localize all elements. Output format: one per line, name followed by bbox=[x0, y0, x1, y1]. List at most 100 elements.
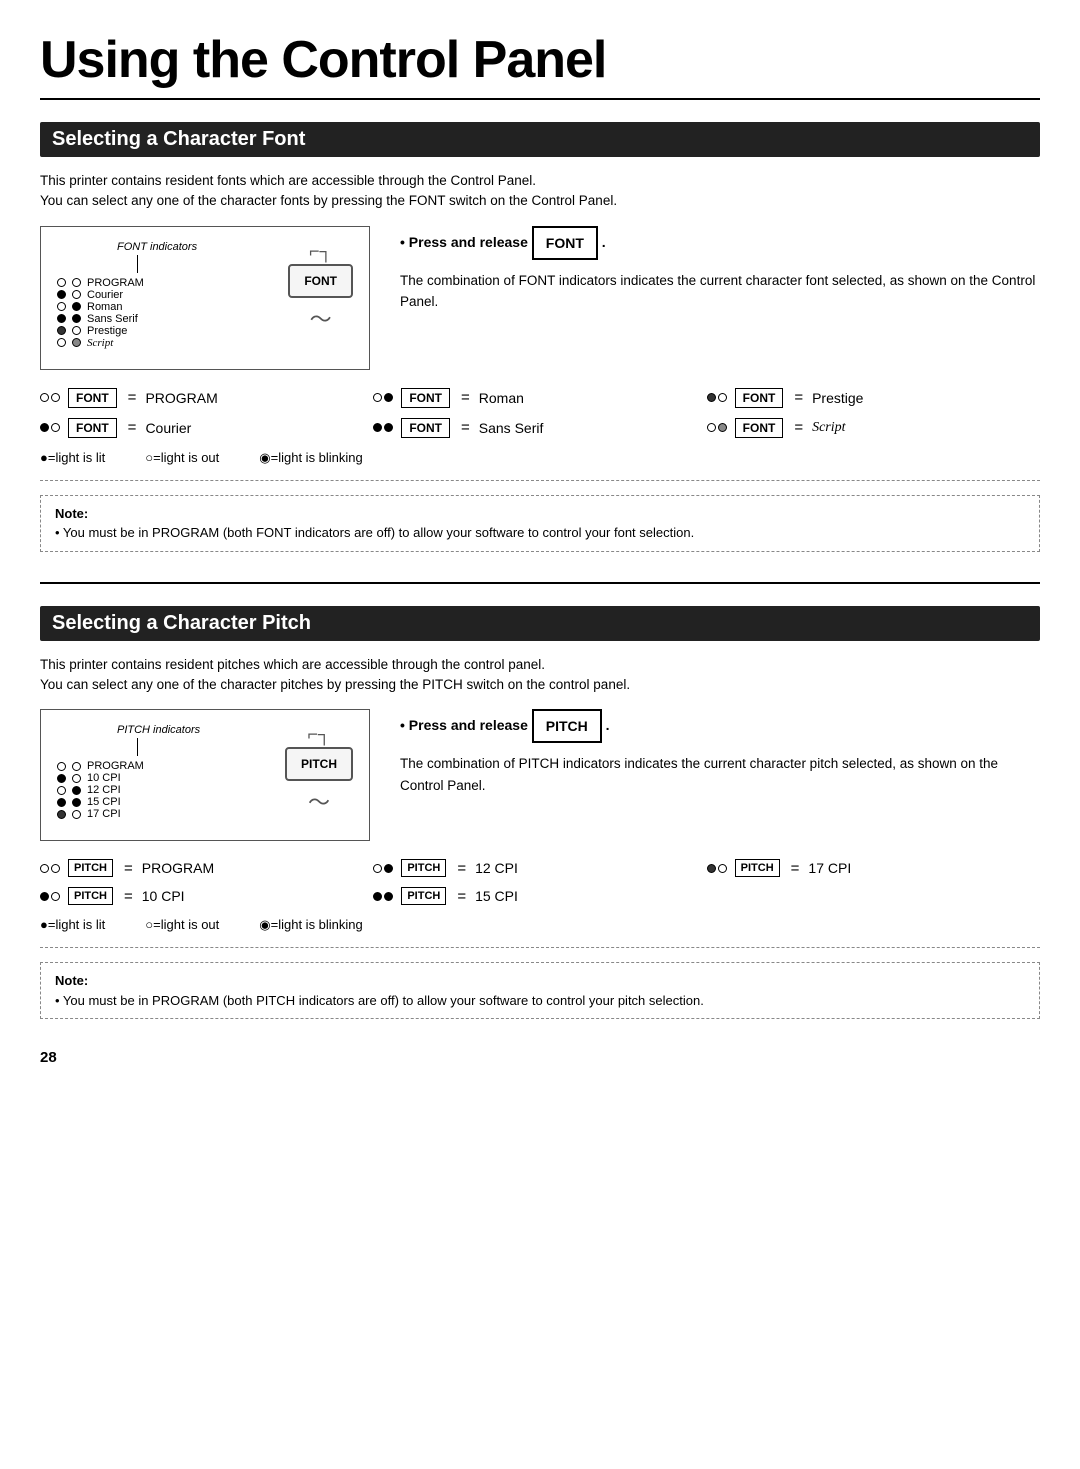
font-combo-description: The combination of FONT indicators indic… bbox=[400, 270, 1040, 313]
pitch-indicator-15cpi: 15 CPI bbox=[57, 796, 257, 808]
dot-empty-icon bbox=[72, 762, 81, 771]
combo-roman: FONT = Roman bbox=[373, 388, 706, 408]
font-device: ⌐┐ FONT 〜 bbox=[288, 241, 353, 334]
font-panel-image: FONT indicators PROGRAM Courier bbox=[57, 241, 353, 349]
pitch-panel-area: PITCH indicators PROGRAM 10 CPI bbox=[40, 709, 1040, 841]
dot-filled-icon bbox=[57, 290, 66, 299]
font-section: Selecting a Character Font This printer … bbox=[40, 122, 1040, 552]
dot-filled-icon bbox=[384, 864, 393, 873]
font-legend: ●=light is lit ○=light is out ◉=light is… bbox=[40, 450, 1040, 466]
combo-script: FONT = Script bbox=[707, 418, 1040, 438]
combo-font-btn: FONT bbox=[68, 418, 117, 438]
dot-empty-icon bbox=[57, 786, 66, 795]
pitch-combo-program: PITCH = PROGRAM bbox=[40, 859, 373, 877]
pitch-panel-image: PITCH indicators PROGRAM 10 CPI bbox=[57, 724, 353, 820]
dot-empty-icon bbox=[57, 302, 66, 311]
font-panel-area: FONT indicators PROGRAM Courier bbox=[40, 226, 1040, 370]
dot-empty-icon bbox=[72, 774, 81, 783]
font-indicators-list: FONT indicators PROGRAM Courier bbox=[57, 241, 260, 349]
dot-empty-icon bbox=[72, 326, 81, 335]
combo-pitch-btn: PITCH bbox=[68, 887, 113, 905]
indicator-program: PROGRAM bbox=[57, 277, 260, 289]
pitch-indicator-17cpi: 17 CPI bbox=[57, 808, 257, 820]
font-press-button[interactable]: FONT bbox=[532, 226, 598, 260]
dot-empty-icon bbox=[51, 423, 60, 432]
font-switch-button[interactable]: FONT bbox=[288, 264, 353, 298]
dot-empty-icon bbox=[51, 892, 60, 901]
dot-empty-icon bbox=[373, 864, 382, 873]
pitch-intro: This printer contains resident pitches w… bbox=[40, 655, 1040, 696]
pitch-legend-out: ○=light is out bbox=[145, 917, 219, 933]
pitch-switch-button[interactable]: PITCH bbox=[285, 747, 353, 781]
pitch-press-button[interactable]: PITCH bbox=[532, 709, 602, 743]
dot-empty-icon bbox=[57, 762, 66, 771]
pitch-section-heading: Selecting a Character Pitch bbox=[40, 606, 1040, 641]
title-divider bbox=[40, 98, 1040, 100]
pitch-section: Selecting a Character Pitch This printer… bbox=[40, 606, 1040, 1020]
pitch-combo-17cpi: PITCH = 17 CPI bbox=[707, 859, 1040, 877]
pitch-note-text: • You must be in PROGRAM (both PITCH ind… bbox=[55, 993, 704, 1008]
pitch-indicator-10cpi: 10 CPI bbox=[57, 772, 257, 784]
dot-filled-icon bbox=[57, 774, 66, 783]
dot-empty-icon bbox=[72, 810, 81, 819]
pitch-note-box: Note: • You must be in PROGRAM (both PIT… bbox=[40, 962, 1040, 1019]
pitch-connector-icon: ⌐┐ bbox=[307, 724, 330, 745]
pitch-press-line: • Press and release PITCH . bbox=[400, 709, 1040, 743]
pitch-note-divider bbox=[40, 947, 1040, 948]
pitch-legend: ●=light is lit ○=light is out ◉=light is… bbox=[40, 917, 1040, 933]
pitch-device: ⌐┐ PITCH 〜 bbox=[285, 724, 353, 817]
indicator-prestige: Prestige bbox=[57, 325, 260, 337]
dot-filled-icon bbox=[72, 798, 81, 807]
font-section-heading: Selecting a Character Font bbox=[40, 122, 1040, 157]
combo-sansserif: FONT = Sans Serif bbox=[373, 418, 706, 438]
combo-font-btn: FONT bbox=[401, 418, 450, 438]
dot-half-icon bbox=[718, 423, 727, 432]
dot-filled-icon bbox=[384, 423, 393, 432]
dot-empty-icon bbox=[51, 864, 60, 873]
combo-prestige: FONT = Prestige bbox=[707, 388, 1040, 408]
pitch-instructions: • Press and release PITCH . The combinat… bbox=[400, 709, 1040, 797]
dot-dark-icon bbox=[57, 810, 66, 819]
dot-empty-icon bbox=[72, 290, 81, 299]
dot-empty-icon bbox=[718, 393, 727, 402]
font-indicators-label: FONT indicators bbox=[117, 241, 260, 253]
legend-out: ○=light is out bbox=[145, 450, 219, 466]
combo-font-btn: FONT bbox=[735, 388, 784, 408]
dot-filled-icon bbox=[57, 798, 66, 807]
pitch-combo-description: The combination of PITCH indicators indi… bbox=[400, 753, 1040, 796]
legend-blinking: ◉=light is blinking bbox=[259, 450, 362, 466]
dot-filled-icon bbox=[72, 302, 81, 311]
device-wave-icon: 〜 bbox=[310, 302, 332, 334]
combo-pitch-btn: PITCH bbox=[401, 887, 446, 905]
legend-lit: ●=light is lit bbox=[40, 450, 105, 466]
font-intro: This printer contains resident fonts whi… bbox=[40, 171, 1040, 212]
font-press-line: • Press and release FONT . bbox=[400, 226, 1040, 260]
dot-half-icon bbox=[72, 338, 81, 347]
combo-pitch-btn: PITCH bbox=[68, 859, 113, 877]
pitch-combo-grid: PITCH = PROGRAM PITCH = 12 CPI PITCH = 1… bbox=[40, 859, 1040, 905]
combo-pitch-btn: PITCH bbox=[735, 859, 780, 877]
pitch-combo-12cpi: PITCH = 12 CPI bbox=[373, 859, 706, 877]
font-note-box: Note: • You must be in PROGRAM (both FON… bbox=[40, 495, 1040, 552]
pitch-combo-15cpi: PITCH = 15 CPI bbox=[373, 887, 706, 905]
indicator-sansserif: Sans Serif bbox=[57, 313, 260, 325]
page-number: 28 bbox=[40, 1049, 1040, 1066]
indicator-script: Script bbox=[57, 337, 260, 349]
dot-filled-icon bbox=[384, 393, 393, 402]
device-connector-icon: ⌐┐ bbox=[309, 241, 332, 262]
dot-dark-icon bbox=[707, 864, 716, 873]
dot-empty-icon bbox=[40, 864, 49, 873]
dot-filled-icon bbox=[373, 423, 382, 432]
dot-filled-icon bbox=[384, 892, 393, 901]
combo-pitch-btn: PITCH bbox=[401, 859, 446, 877]
dot-filled-icon bbox=[40, 423, 49, 432]
dot-filled-icon bbox=[57, 314, 66, 323]
dot-empty-icon bbox=[72, 278, 81, 287]
dot-empty-icon bbox=[57, 338, 66, 347]
pitch-note-label: Note: bbox=[55, 973, 88, 988]
pitch-combo-empty bbox=[707, 887, 1040, 905]
dot-empty-icon bbox=[373, 393, 382, 402]
indicator-roman: Roman bbox=[57, 301, 260, 313]
dot-dark-icon bbox=[707, 393, 716, 402]
font-note-label: Note: bbox=[55, 506, 88, 521]
